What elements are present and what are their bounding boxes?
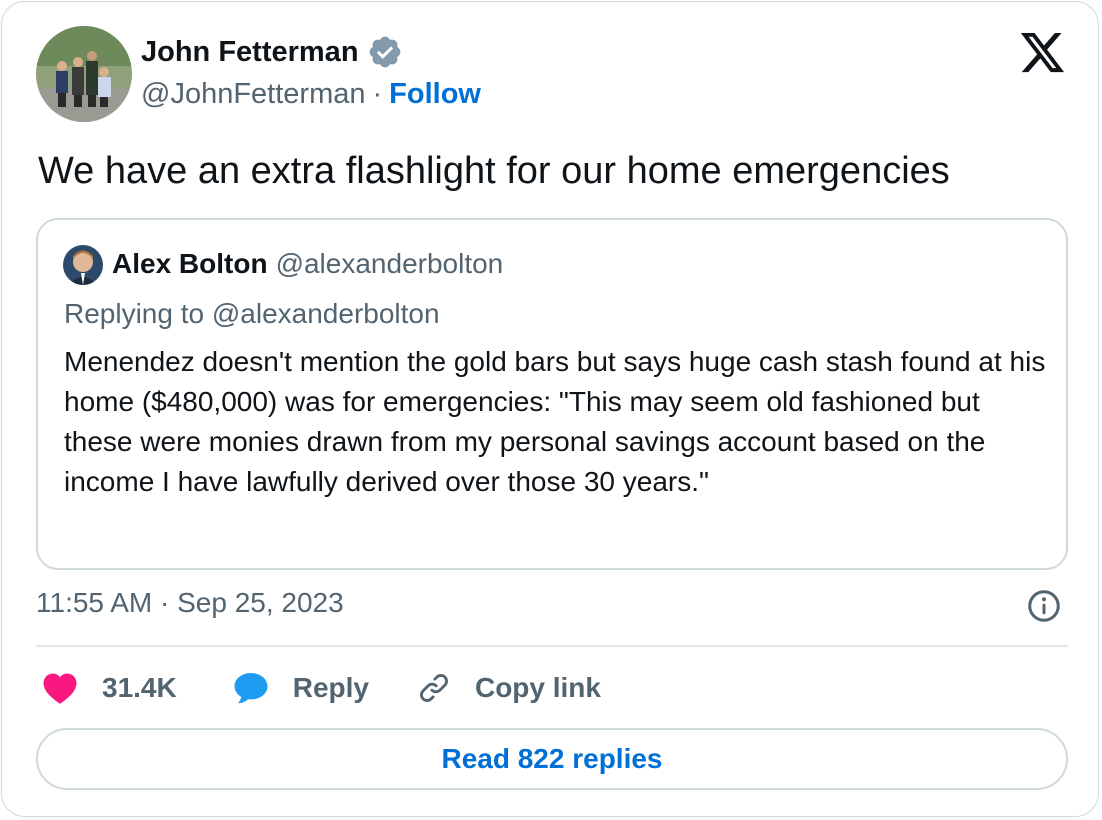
author-avatar-photo	[36, 26, 132, 122]
quoted-author-row: Alex Bolton @alexanderbolton	[112, 248, 503, 280]
heart-icon	[43, 673, 77, 704]
follow-button[interactable]: Follow	[389, 78, 481, 111]
speech-bubble-icon	[234, 673, 268, 704]
author-name-row: John Fetterman	[141, 34, 403, 70]
tweet-text: We have an extra flashlight for our home…	[38, 150, 950, 192]
copy-link-button[interactable]: Copy link	[417, 671, 601, 705]
author-handle-row: @JohnFetterman · Follow	[141, 78, 481, 111]
tweet-timestamp[interactable]: 11:55 AM · Sep 25, 2023	[36, 587, 344, 619]
quoted-tweet[interactable]: Alex Bolton @alexanderbolton Replying to …	[36, 218, 1068, 570]
info-icon[interactable]	[1026, 588, 1062, 624]
quoted-author-handle[interactable]: @alexanderbolton	[276, 248, 504, 279]
embedded-tweet-card: John Fetterman @JohnFetterman · Follow W…	[1, 1, 1099, 817]
quoted-author-avatar-photo	[63, 245, 103, 285]
reply-label: Reply	[292, 672, 369, 703]
verified-badge-icon	[369, 36, 400, 68]
author-name[interactable]: John Fetterman	[141, 36, 359, 69]
quoted-author-name[interactable]: Alex Bolton	[112, 248, 268, 279]
like-button[interactable]: 31.4K	[42, 671, 177, 705]
like-count: 31.4K	[102, 672, 177, 703]
author-handle[interactable]: @JohnFetterman	[141, 78, 365, 111]
reply-button[interactable]: Reply	[233, 671, 369, 705]
copy-link-label: Copy link	[474, 672, 601, 703]
replying-to-label: Replying to @alexanderbolton	[64, 298, 440, 329]
x-logo-icon[interactable]	[1020, 32, 1066, 74]
quoted-author-avatar[interactable]	[63, 245, 103, 285]
divider	[36, 645, 1068, 647]
quoted-tweet-text: Menendez doesn't mention the gold bars b…	[64, 346, 1046, 497]
link-icon	[420, 674, 448, 702]
read-replies-button[interactable]: Read 822 replies	[36, 728, 1068, 790]
separator-dot: ·	[372, 78, 383, 110]
author-avatar[interactable]	[36, 26, 132, 122]
action-bar: 31.4K Reply Copy link	[42, 665, 601, 711]
